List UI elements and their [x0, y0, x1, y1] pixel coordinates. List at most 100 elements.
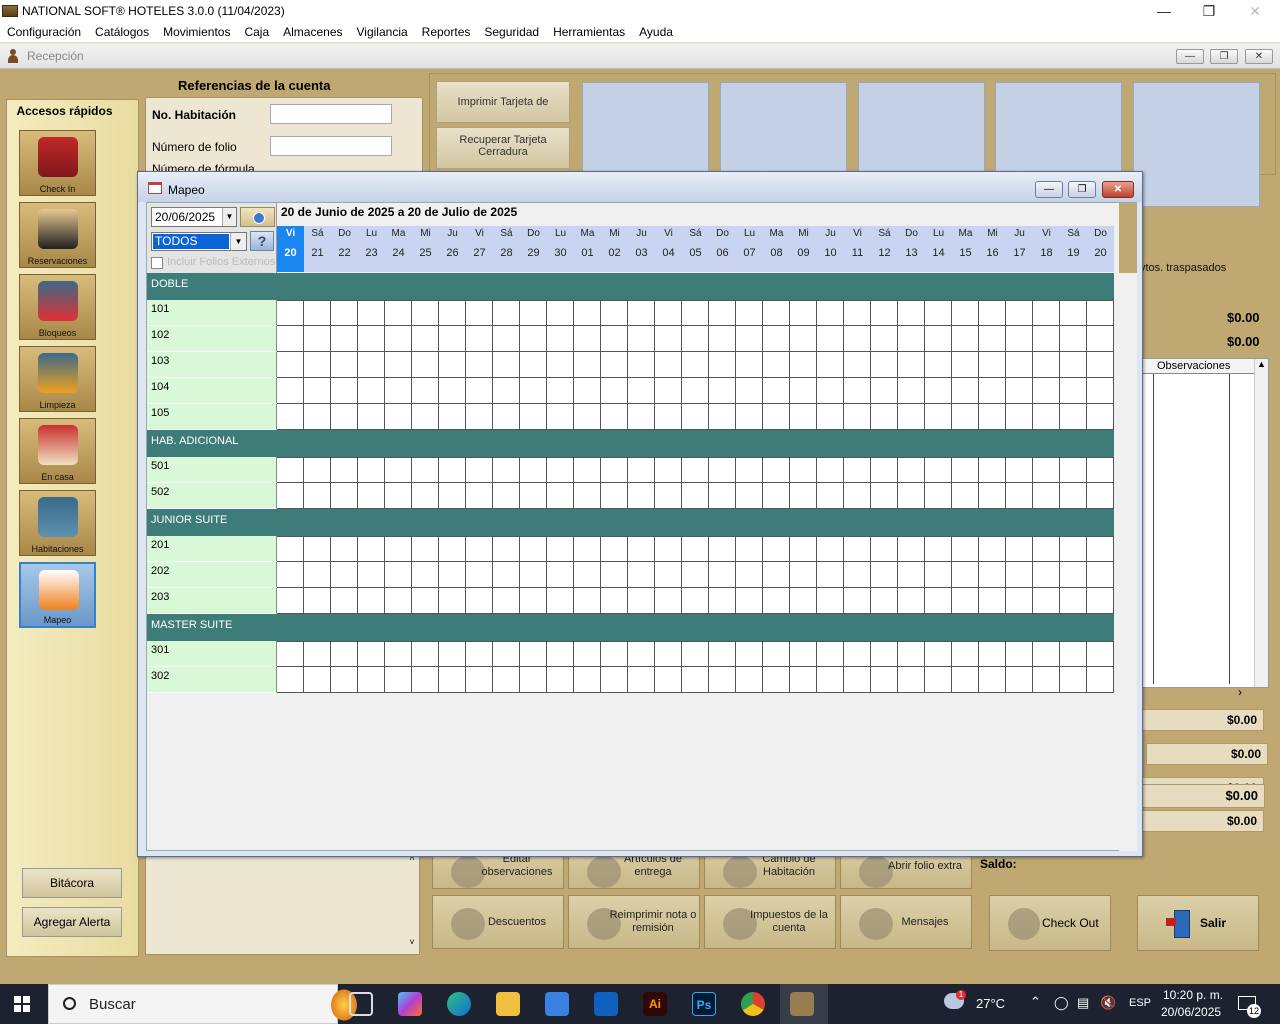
availability-cell[interactable] [871, 483, 898, 509]
availability-cell[interactable] [358, 588, 385, 614]
availability-cell[interactable] [493, 588, 520, 614]
day-header[interactable]: Ju 26 [439, 226, 466, 272]
room-label[interactable]: 302 [147, 667, 277, 693]
availability-cell[interactable] [790, 641, 817, 667]
availability-cell[interactable] [466, 326, 493, 352]
room-label[interactable]: 501 [147, 457, 277, 483]
availability-cell[interactable] [277, 326, 304, 352]
availability-cell[interactable] [1006, 562, 1033, 588]
availability-cell[interactable] [520, 300, 547, 326]
availability-cell[interactable] [331, 588, 358, 614]
availability-cell[interactable] [979, 457, 1006, 483]
availability-cell[interactable] [1006, 378, 1033, 404]
availability-cell[interactable] [385, 326, 412, 352]
quick-access-check-in-button[interactable]: Check In [19, 130, 96, 196]
account-taxes-button[interactable]: Impuestos de la cuenta [704, 895, 836, 949]
room-label[interactable]: 203 [147, 588, 277, 614]
availability-cell[interactable] [817, 300, 844, 326]
illustrator-icon[interactable]: Ai [643, 992, 667, 1016]
availability-cell[interactable] [628, 378, 655, 404]
availability-cell[interactable] [358, 326, 385, 352]
availability-cell[interactable] [682, 404, 709, 430]
availability-cell[interactable] [1087, 536, 1114, 562]
availability-cell[interactable] [871, 378, 898, 404]
quick-access-mapping-button[interactable]: Mapeo [19, 562, 96, 628]
day-header[interactable]: Lu 14 [925, 226, 952, 272]
availability-cell[interactable] [1060, 536, 1087, 562]
quick-access-in-house-button[interactable]: En casa [19, 418, 96, 484]
availability-cell[interactable] [439, 326, 466, 352]
add-alert-button[interactable]: Agregar Alerta [22, 907, 122, 937]
room-label[interactable]: 101 [147, 300, 277, 326]
availability-cell[interactable] [412, 457, 439, 483]
menu-item[interactable]: Reportes [422, 25, 471, 39]
availability-cell[interactable] [358, 667, 385, 693]
availability-cell[interactable] [1006, 352, 1033, 378]
clock-date[interactable]: 20/06/2025 [1161, 1005, 1221, 1019]
mapeo-close-button[interactable]: ✕ [1102, 181, 1134, 198]
availability-cell[interactable] [898, 326, 925, 352]
availability-cell[interactable] [1033, 641, 1060, 667]
availability-cell[interactable] [1033, 562, 1060, 588]
chevron-down-icon[interactable]: ▼ [222, 208, 236, 226]
availability-cell[interactable] [574, 404, 601, 430]
availability-cell[interactable] [1006, 457, 1033, 483]
availability-cell[interactable] [358, 483, 385, 509]
availability-cell[interactable] [763, 536, 790, 562]
availability-cell[interactable] [817, 588, 844, 614]
day-header[interactable]: Do 29 [520, 226, 547, 272]
availability-cell[interactable] [601, 536, 628, 562]
availability-cell[interactable] [304, 536, 331, 562]
room-number-input[interactable] [270, 104, 392, 124]
availability-cell[interactable] [925, 641, 952, 667]
availability-cell[interactable] [331, 667, 358, 693]
room-label[interactable]: 104 [147, 378, 277, 404]
availability-cell[interactable] [601, 562, 628, 588]
availability-cell[interactable] [601, 483, 628, 509]
availability-cell[interactable] [898, 352, 925, 378]
availability-cell[interactable] [871, 457, 898, 483]
availability-cell[interactable] [655, 404, 682, 430]
availability-cell[interactable] [736, 641, 763, 667]
availability-cell[interactable] [331, 326, 358, 352]
room-label[interactable]: 102 [147, 326, 277, 352]
availability-cell[interactable] [385, 300, 412, 326]
availability-cell[interactable] [952, 300, 979, 326]
availability-cell[interactable] [898, 300, 925, 326]
availability-cell[interactable] [574, 641, 601, 667]
availability-cell[interactable] [817, 326, 844, 352]
availability-cell[interactable] [304, 300, 331, 326]
availability-cell[interactable] [547, 457, 574, 483]
language-indicator[interactable]: ESP [1129, 997, 1151, 1009]
availability-cell[interactable] [844, 588, 871, 614]
availability-cell[interactable] [601, 667, 628, 693]
availability-cell[interactable] [439, 378, 466, 404]
availability-cell[interactable] [1060, 326, 1087, 352]
availability-cell[interactable] [304, 404, 331, 430]
child-close-button[interactable]: ✕ [1245, 49, 1273, 64]
menu-item[interactable]: Catálogos [95, 25, 149, 39]
availability-cell[interactable] [466, 483, 493, 509]
availability-cell[interactable] [493, 641, 520, 667]
availability-cell[interactable] [898, 667, 925, 693]
availability-cell[interactable] [547, 562, 574, 588]
availability-cell[interactable] [466, 588, 493, 614]
availability-cell[interactable] [1060, 562, 1087, 588]
room-label[interactable]: 105 [147, 404, 277, 430]
availability-cell[interactable] [817, 536, 844, 562]
availability-cell[interactable] [493, 536, 520, 562]
availability-cell[interactable] [655, 667, 682, 693]
availability-cell[interactable] [979, 378, 1006, 404]
availability-cell[interactable] [547, 667, 574, 693]
availability-cell[interactable] [331, 483, 358, 509]
availability-cell[interactable] [952, 457, 979, 483]
availability-cell[interactable] [790, 457, 817, 483]
availability-cell[interactable] [817, 378, 844, 404]
chrome-icon[interactable] [741, 992, 765, 1016]
availability-cell[interactable] [952, 667, 979, 693]
availability-cell[interactable] [277, 667, 304, 693]
menu-item[interactable]: Vigilancia [357, 25, 408, 39]
availability-cell[interactable] [358, 378, 385, 404]
availability-cell[interactable] [952, 562, 979, 588]
availability-cell[interactable] [682, 641, 709, 667]
